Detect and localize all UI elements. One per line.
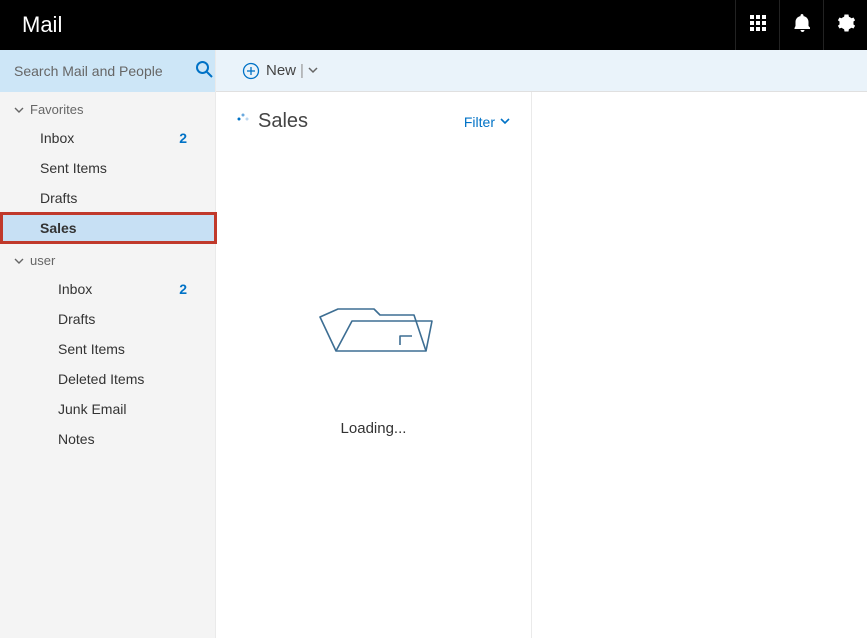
folder-label: Inbox — [58, 281, 92, 297]
plus-circle-icon — [242, 62, 260, 80]
folder-inbox[interactable]: Inbox 2 — [0, 123, 215, 153]
new-button[interactable]: New | — [242, 62, 318, 80]
reading-pane — [532, 92, 867, 638]
folder-user-inbox[interactable]: Inbox 2 — [0, 274, 215, 304]
filter-label: Filter — [464, 114, 495, 130]
section-label: user — [30, 253, 55, 268]
empty-folder-icon — [314, 303, 434, 372]
panes: Sales Filter — [216, 92, 867, 638]
folder-label: Drafts — [40, 190, 77, 206]
folder-user-notes[interactable]: Notes — [0, 424, 215, 454]
section-header-user[interactable]: user — [0, 243, 215, 274]
filter-button[interactable]: Filter — [464, 114, 511, 130]
separator: | — [300, 62, 304, 79]
folder-label: Sent Items — [40, 160, 107, 176]
folder-sales[interactable]: Sales — [0, 213, 215, 243]
gear-icon — [837, 14, 855, 37]
chevron-down-icon[interactable] — [308, 62, 318, 79]
sidebar: Favorites Inbox 2 Sent Items Drafts Sale… — [0, 50, 216, 638]
list-header: Sales Filter — [236, 110, 511, 133]
searchbar[interactable] — [0, 50, 215, 92]
topbar-right — [735, 0, 867, 50]
folder-user-deleted-items[interactable]: Deleted Items — [0, 364, 215, 394]
folder-label: Deleted Items — [58, 371, 144, 387]
folder-label: Drafts — [58, 311, 95, 327]
folder-sent-items[interactable]: Sent Items — [0, 153, 215, 183]
folder-user-sent-items[interactable]: Sent Items — [0, 334, 215, 364]
app-title: Mail — [0, 12, 62, 38]
folder-label: Notes — [58, 431, 95, 447]
bell-icon — [794, 14, 810, 37]
folder-label: Sales — [40, 220, 77, 236]
search-icon[interactable] — [195, 60, 213, 83]
folder-user-drafts[interactable]: Drafts — [0, 304, 215, 334]
app-launcher-button[interactable] — [735, 0, 779, 50]
selection-highlight — [0, 212, 217, 244]
loading-area: Loading... — [236, 303, 511, 437]
unread-badge: 2 — [179, 130, 187, 146]
notifications-button[interactable] — [779, 0, 823, 50]
section-label: Favorites — [30, 102, 83, 117]
chevron-down-icon — [499, 114, 511, 130]
folder-label: Sent Items — [58, 341, 125, 357]
toolbar: New | — [216, 50, 867, 92]
list-title-wrap: Sales — [236, 110, 308, 133]
unread-badge: 2 — [179, 281, 187, 297]
settings-button[interactable] — [823, 0, 867, 50]
chevron-down-icon — [14, 256, 24, 266]
loading-spinner-icon — [236, 112, 250, 131]
folder-drafts[interactable]: Drafts — [0, 183, 215, 213]
list-title: Sales — [258, 110, 308, 133]
folder-user-junk-email[interactable]: Junk Email — [0, 394, 215, 424]
topbar: Mail — [0, 0, 867, 50]
search-input[interactable] — [14, 63, 195, 79]
grid-icon — [750, 15, 766, 36]
loading-label: Loading... — [341, 420, 407, 437]
new-label: New — [266, 62, 296, 79]
folder-label: Inbox — [40, 130, 74, 146]
workspace: Favorites Inbox 2 Sent Items Drafts Sale… — [0, 50, 867, 638]
chevron-down-icon — [14, 105, 24, 115]
message-list-pane: Sales Filter — [216, 92, 532, 638]
section-header-favorites[interactable]: Favorites — [0, 92, 215, 123]
main: New | Sales Filter — [216, 50, 867, 638]
folder-label: Junk Email — [58, 401, 126, 417]
